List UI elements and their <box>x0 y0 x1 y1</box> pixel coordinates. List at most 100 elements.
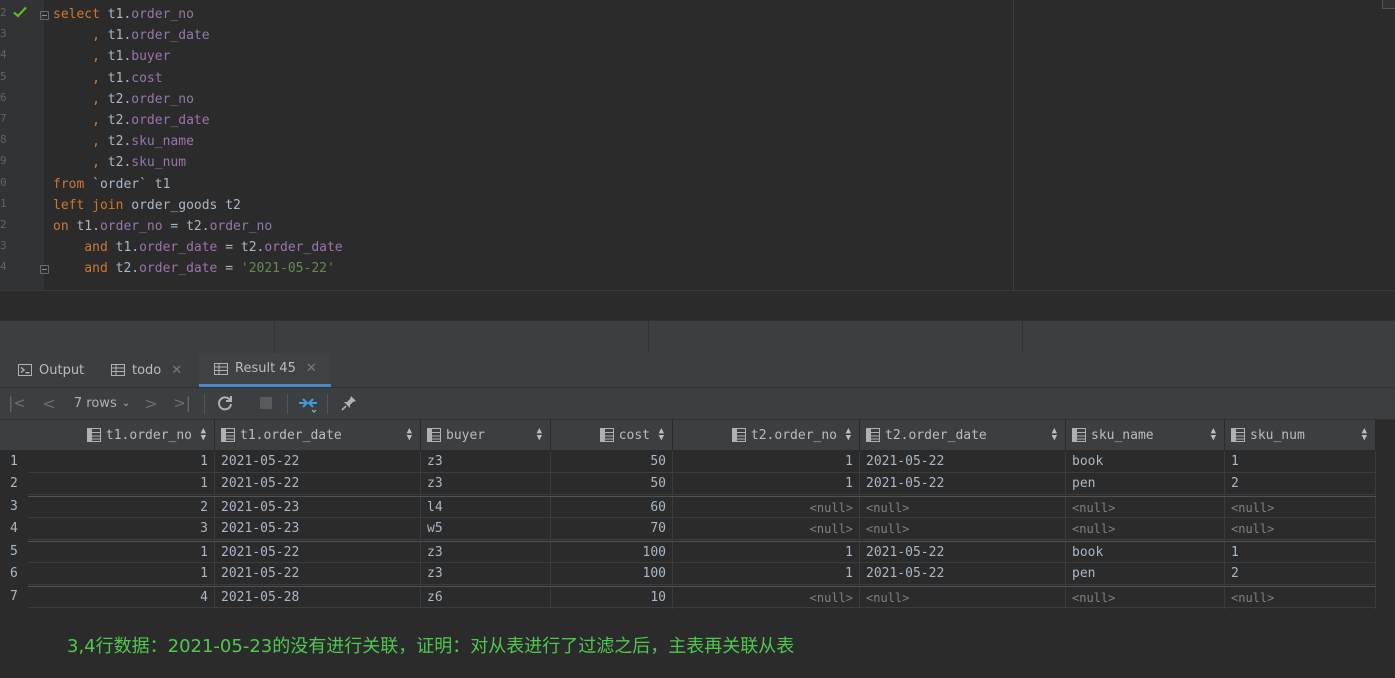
stop-icon[interactable] <box>256 393 276 413</box>
table-cell[interactable]: book <box>1066 451 1225 473</box>
table-row[interactable]: 1 2021-05-22 z3 50 1 2021-05-22 book 1 <box>28 451 1376 473</box>
table-cell[interactable]: 1 <box>28 542 215 564</box>
table-cell[interactable]: z6 <box>421 587 551 609</box>
table-cell[interactable]: 1 <box>673 451 860 473</box>
column-header[interactable]: t2.order_no ▲ ▼ <box>673 420 860 450</box>
table-cell[interactable]: 1 <box>673 563 860 585</box>
column-header[interactable]: buyer ▲ ▼ <box>421 420 551 450</box>
sort-icon[interactable]: ▲ ▼ <box>1052 427 1057 443</box>
tab-result-45[interactable]: Result 45 ✕ <box>199 353 331 387</box>
sort-icon[interactable]: ▲ ▼ <box>846 427 851 443</box>
table-row[interactable]: 1 2021-05-22 z3 100 1 2021-05-22 pen 2 <box>28 563 1376 585</box>
fold-start-icon[interactable] <box>40 11 49 20</box>
pin-icon[interactable] <box>338 393 360 413</box>
splitter[interactable] <box>0 320 1395 354</box>
table-cell[interactable]: 2 <box>1225 563 1376 585</box>
table-cell[interactable]: <null> <box>860 587 1066 609</box>
table-cell[interactable]: 2021-05-23 <box>215 497 421 519</box>
table-cell[interactable]: 1 <box>28 451 215 473</box>
table-cell[interactable]: 2021-05-22 <box>215 451 421 473</box>
sort-icon[interactable]: ▲ ▼ <box>407 427 412 443</box>
table-cell[interactable]: 50 <box>551 451 673 473</box>
row-number[interactable]: 6 <box>0 563 28 585</box>
table-cell[interactable]: 2021-05-22 <box>860 473 1066 495</box>
column-header[interactable]: t1.order_date ▲ ▼ <box>215 420 421 450</box>
table-cell[interactable]: pen <box>1066 563 1225 585</box>
row-number[interactable]: 3 <box>0 496 28 518</box>
table-cell[interactable]: 2021-05-22 <box>215 473 421 495</box>
table-cell[interactable]: 50 <box>551 473 673 495</box>
sort-icon[interactable]: ▲ ▼ <box>1211 427 1216 443</box>
column-header[interactable]: t2.order_date ▲ ▼ <box>860 420 1066 450</box>
table-cell[interactable]: 1 <box>28 473 215 495</box>
table-cell[interactable]: 2 <box>28 497 215 519</box>
table-cell[interactable]: 60 <box>551 497 673 519</box>
table-cell[interactable]: 2021-05-22 <box>860 563 1066 585</box>
table-cell[interactable]: <null> <box>1225 587 1376 609</box>
row-number[interactable]: 4 <box>0 518 28 540</box>
table-cell[interactable]: <null> <box>860 497 1066 519</box>
table-cell[interactable]: 2021-05-22 <box>860 542 1066 564</box>
prev-page-icon[interactable]: < <box>40 393 58 413</box>
row-number[interactable]: 5 <box>0 541 28 563</box>
table-cell[interactable]: 100 <box>551 542 673 564</box>
table-row[interactable]: 4 2021-05-28 z6 10 <null> <null> <null> <null> <box>28 586 1376 609</box>
table-cell[interactable]: 1 <box>28 563 215 585</box>
table-cell[interactable]: l4 <box>421 497 551 519</box>
table-cell[interactable]: z3 <box>421 473 551 495</box>
row-number[interactable]: 2 <box>0 473 28 495</box>
table-cell[interactable]: w5 <box>421 518 551 540</box>
sql-editor[interactable]: 2 3 4 5 6 7 8 9 0 1 2 3 4 select t1.order_no , t1.or… <box>0 0 1395 290</box>
next-page-icon[interactable]: > <box>142 393 160 413</box>
row-number[interactable]: 1 <box>0 451 28 473</box>
sort-icon[interactable]: ▲ ▼ <box>1362 427 1367 443</box>
table-cell[interactable]: book <box>1066 542 1225 564</box>
table-cell[interactable]: 1 <box>673 473 860 495</box>
sort-icon[interactable]: ▲ ▼ <box>201 427 206 443</box>
table-cell[interactable]: <null> <box>673 518 860 540</box>
table-cell[interactable]: 2021-05-22 <box>215 563 421 585</box>
table-cell[interactable]: 2021-05-22 <box>215 542 421 564</box>
table-cell[interactable]: <null> <box>673 587 860 609</box>
sort-icon[interactable]: ▲ ▼ <box>659 427 664 443</box>
table-cell[interactable]: z3 <box>421 563 551 585</box>
table-cell[interactable]: 1 <box>1225 451 1376 473</box>
table-row[interactable]: 1 2021-05-22 z3 100 1 2021-05-22 book 1 <box>28 541 1376 564</box>
fold-end-icon[interactable] <box>40 265 49 274</box>
last-page-icon[interactable]: >| <box>172 393 192 413</box>
table-cell[interactable]: 100 <box>551 563 673 585</box>
sort-icon[interactable]: ▲ ▼ <box>537 427 542 443</box>
compare-icon[interactable] <box>296 393 320 413</box>
table-row[interactable]: 2 2021-05-23 l4 60 <null> <null> <null> <null> <box>28 496 1376 519</box>
tab-todo[interactable]: todo ✕ <box>110 353 182 387</box>
column-header[interactable]: t1.order_no ▲ ▼ <box>28 420 215 450</box>
table-cell[interactable]: 70 <box>551 518 673 540</box>
table-cell[interactable]: <null> <box>1225 497 1376 519</box>
table-cell[interactable]: 2 <box>1225 473 1376 495</box>
table-cell[interactable]: z3 <box>421 451 551 473</box>
table-cell[interactable]: 2021-05-28 <box>215 587 421 609</box>
table-cell[interactable]: 3 <box>28 518 215 540</box>
table-cell[interactable]: <null> <box>673 497 860 519</box>
rows-selector[interactable]: 7 rows ⌄ <box>70 393 134 413</box>
table-cell[interactable]: 4 <box>28 587 215 609</box>
row-number[interactable]: 7 <box>0 586 28 608</box>
table-cell[interactable]: <null> <box>1066 518 1225 540</box>
table-cell[interactable]: <null> <box>1066 497 1225 519</box>
table-cell[interactable]: 2021-05-22 <box>860 451 1066 473</box>
column-header[interactable]: sku_num ▲ ▼ <box>1225 420 1376 450</box>
table-cell[interactable]: <null> <box>1066 587 1225 609</box>
column-header[interactable]: cost ▲ ▼ <box>551 420 673 450</box>
table-cell[interactable]: 1 <box>1225 542 1376 564</box>
refresh-icon[interactable] <box>215 393 235 413</box>
table-cell[interactable]: <null> <box>1225 518 1376 540</box>
column-header[interactable]: sku_name ▲ ▼ <box>1066 420 1225 450</box>
table-cell[interactable]: <null> <box>860 518 1066 540</box>
table-cell[interactable]: 1 <box>673 542 860 564</box>
table-cell[interactable]: z3 <box>421 542 551 564</box>
first-page-icon[interactable]: |< <box>8 393 26 413</box>
table-cell[interactable]: 10 <box>551 587 673 609</box>
table-row[interactable]: 1 2021-05-22 z3 50 1 2021-05-22 pen 2 <box>28 473 1376 495</box>
close-icon[interactable]: ✕ <box>171 363 182 378</box>
table-cell[interactable]: pen <box>1066 473 1225 495</box>
